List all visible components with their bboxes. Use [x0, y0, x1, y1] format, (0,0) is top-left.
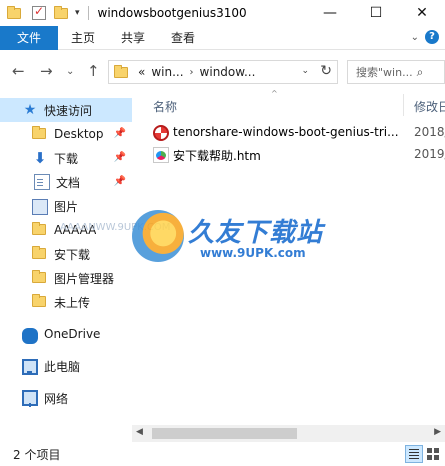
nav-desktop[interactable]: Desktop 📌 [0, 122, 132, 146]
up-button[interactable]: ↑ [87, 62, 100, 80]
nav-item-label: 图片 [54, 199, 79, 214]
folder-icon [32, 126, 48, 142]
pin-icon: 📌 [113, 176, 126, 187]
nav-item-label: OneDrive [44, 327, 101, 341]
nav-this-pc[interactable]: 此电脑 [0, 354, 132, 378]
sort-ascending-icon: ^ [271, 89, 278, 98]
nav-documents[interactable]: 文档 📌 [0, 170, 132, 194]
file-row[interactable]: 安下载帮助.htm 2019/ [133, 144, 445, 166]
computer-icon [22, 358, 38, 375]
document-icon [34, 174, 50, 190]
breadcrumb-overflow[interactable]: « [138, 65, 145, 79]
file-list: ^ 名称 修改日 tenorshare-windows-boot-genius-… [132, 88, 445, 440]
download-arrow-icon: ⬇ [33, 149, 47, 167]
nav-network[interactable]: 网络 [0, 386, 132, 410]
customize-toolbar-chevron-icon[interactable]: ▾ [75, 8, 80, 18]
horizontal-scrollbar[interactable]: ◀ ▶ [132, 425, 445, 442]
maximize-button[interactable]: ☐ [353, 0, 399, 26]
folder-icon [32, 294, 48, 310]
search-placeholder: 搜索"win... [356, 66, 413, 79]
nav-item-label: 此电脑 [44, 359, 81, 374]
close-button[interactable]: ✕ [399, 0, 445, 26]
minimize-button[interactable]: — [307, 0, 353, 26]
pin-icon: 📌 [113, 152, 126, 163]
nav-pictures[interactable]: 图片 [0, 194, 132, 218]
details-view-icon[interactable] [405, 445, 423, 463]
properties-check-icon[interactable] [32, 4, 46, 20]
nav-item-label: 快速访问 [44, 103, 93, 118]
nav-folder-image-manager[interactable]: 图片管理器 [0, 266, 132, 290]
nav-quick-access[interactable]: ★ 快速访问 [0, 98, 132, 122]
star-icon: ★ [23, 102, 37, 118]
nav-item-label: Desktop [54, 127, 104, 141]
file-row[interactable]: tenorshare-windows-boot-genius-tri... 20… [133, 122, 445, 144]
navigation-pane: ★ 快速访问 Desktop 📌 ⬇ 下载 📌 文档 📌 图片 AAAAA 安下… [0, 92, 132, 440]
large-icons-view-icon[interactable] [424, 445, 442, 463]
scroll-right-icon[interactable]: ▶ [434, 427, 441, 437]
nav-item-label: 下载 [54, 151, 79, 166]
scroll-thumb[interactable] [152, 428, 297, 439]
nav-item-label: 安下载 [54, 247, 91, 262]
pictures-icon [32, 199, 48, 215]
nav-item-label: 图片管理器 [54, 271, 115, 286]
column-header-name[interactable]: 名称 [153, 98, 177, 115]
cloud-icon [22, 327, 38, 344]
title-separator [87, 6, 89, 20]
tab-file[interactable]: 文件 [0, 25, 58, 50]
file-date: 2019/ [414, 147, 445, 161]
help-icon[interactable]: ? [425, 30, 439, 44]
tab-home[interactable]: 主页 [58, 26, 108, 50]
folder-icon [32, 222, 48, 238]
network-icon [22, 390, 38, 407]
nav-item-label: 未上传 [54, 295, 91, 310]
folder-icon [32, 246, 48, 262]
address-row: ← → ⌄ ↑ « win... › window... ⌄ ↻ 搜索"win.… [0, 58, 445, 88]
forward-button[interactable]: → [40, 62, 53, 80]
folder-icon [7, 6, 23, 20]
file-date: 2018/ [414, 125, 445, 139]
watermark-faint-text: AAAANWW.9UPK.COM [60, 222, 171, 233]
recent-locations-chevron-icon[interactable]: ⌄ [66, 66, 74, 77]
file-name: 安下载帮助.htm [173, 149, 261, 163]
new-folder-icon[interactable] [54, 6, 68, 20]
htm-file-icon [153, 147, 169, 163]
folder-icon [114, 65, 128, 79]
column-header-row: ^ 名称 修改日 [133, 89, 445, 118]
search-icon[interactable]: ⌕ [417, 65, 424, 80]
column-divider[interactable] [403, 94, 404, 116]
title-bar: ▾ windowsbootgenius3100 — ☐ ✕ [0, 0, 445, 26]
breadcrumb-chevron-icon[interactable]: › [190, 67, 194, 78]
status-bar: 2 个项目 [0, 442, 445, 466]
nav-item-label: 文档 [56, 175, 81, 190]
column-header-date[interactable]: 修改日 [414, 98, 445, 115]
nav-item-label: 网络 [44, 391, 69, 406]
nav-folder-not-uploaded[interactable]: 未上传 [0, 290, 132, 314]
address-bar[interactable]: « win... › window... ⌄ ↻ [108, 60, 338, 84]
file-name: tenorshare-windows-boot-genius-tri... [173, 125, 399, 139]
ribbon-tabs: 文件 主页 共享 查看 ⌄ ? [0, 25, 445, 50]
pin-icon: 📌 [113, 128, 126, 139]
tab-share[interactable]: 共享 [108, 26, 158, 50]
nav-downloads[interactable]: ⬇ 下载 📌 [0, 146, 132, 170]
address-dropdown-chevron-icon[interactable]: ⌄ [301, 66, 309, 76]
tab-view[interactable]: 查看 [158, 26, 208, 50]
item-count: 2 个项目 [13, 447, 61, 462]
window-title: windowsbootgenius3100 [97, 6, 247, 20]
scroll-left-icon[interactable]: ◀ [136, 427, 143, 437]
breadcrumb-item[interactable]: window... [200, 65, 256, 79]
search-input[interactable]: 搜索"win... ⌕ [347, 60, 445, 84]
breadcrumb-item[interactable]: win... [151, 65, 183, 79]
nav-folder-anxiazai[interactable]: 安下载 [0, 242, 132, 266]
back-button[interactable]: ← [12, 62, 25, 80]
installer-icon [153, 125, 169, 141]
refresh-icon[interactable]: ↻ [320, 63, 332, 79]
expand-ribbon-chevron-icon[interactable]: ⌄ [411, 32, 419, 43]
folder-icon [32, 270, 48, 286]
nav-onedrive[interactable]: OneDrive [0, 322, 132, 346]
